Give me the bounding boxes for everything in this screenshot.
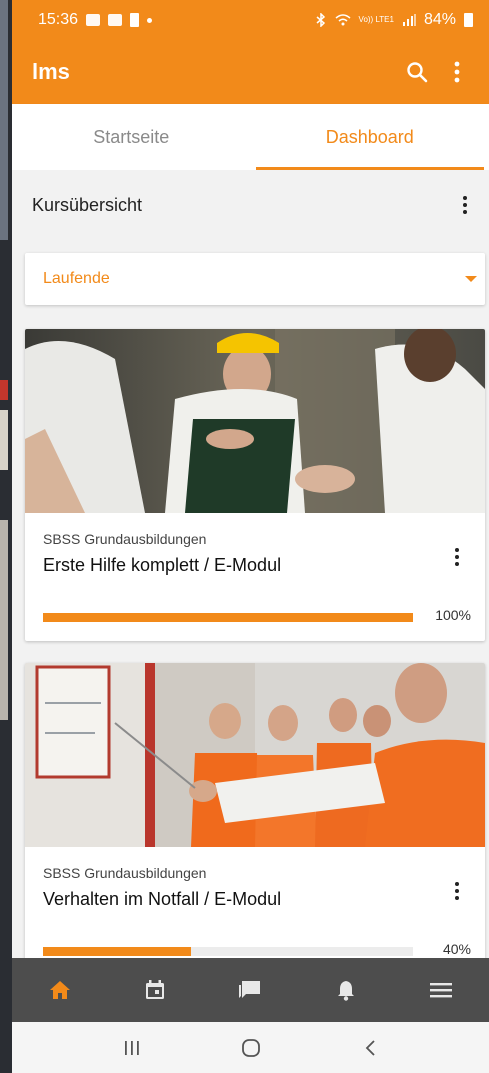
- phone-screen: 15:36 Vo)) LTE1 84% lms Startseite Dashb…: [12, 0, 489, 1073]
- volte-label: Vo)) LTE1: [358, 15, 394, 24]
- course-image-emergency: [25, 663, 485, 847]
- course-progress-bar: [43, 947, 413, 956]
- filter-selected-value: Laufende: [43, 270, 110, 287]
- nav-notifications[interactable]: [316, 966, 376, 1014]
- battery-icon: [464, 13, 473, 27]
- bluetooth-icon: [316, 13, 325, 27]
- course-category: SBSS Grundausbildungen: [43, 531, 207, 547]
- progress-fill: [43, 613, 413, 622]
- progress-percent: 100%: [435, 607, 471, 623]
- course-title: Erste Hilfe komplett / E-Modul: [43, 555, 282, 575]
- course-card[interactable]: SBSS Grundausbildungen Erste Hilfe kompl…: [25, 329, 485, 641]
- home-icon: [49, 981, 70, 999]
- progress-percent: 40%: [442, 941, 471, 957]
- back-icon: [365, 1039, 375, 1056]
- more-notifications-icon: [147, 17, 153, 23]
- tab-startseite[interactable]: Startseite: [12, 104, 251, 170]
- gallery-notification-icon: [86, 14, 101, 26]
- nav-menu[interactable]: [411, 966, 471, 1014]
- course-filter-select[interactable]: Laufende: [25, 253, 485, 305]
- course-title: Verhalten im Notfall / E-Modul: [43, 889, 282, 909]
- home-circle-icon: [241, 1038, 260, 1057]
- system-home-button[interactable]: [231, 1028, 271, 1068]
- battery-percent: 84%: [423, 11, 456, 28]
- course-image-first-aid: [25, 329, 485, 513]
- caret-down-icon: [465, 276, 477, 282]
- course-card[interactable]: SBSS Grundausbildungen Verhalten im Notf…: [25, 663, 485, 975]
- course-category: SBSS Grundausbildungen: [43, 865, 207, 881]
- course-menu-button[interactable]: [447, 543, 467, 571]
- overflow-menu-button[interactable]: [441, 56, 473, 88]
- app-bar: lms: [12, 40, 489, 104]
- back-button[interactable]: [350, 1028, 390, 1068]
- app-title: lms: [32, 59, 70, 84]
- system-navigation-bar: [12, 1022, 489, 1073]
- section-title: Kursübersicht: [32, 194, 143, 215]
- course-overview-menu-button[interactable]: [455, 191, 475, 219]
- wifi-icon: [335, 14, 351, 26]
- tab-bar: Startseite Dashboard: [12, 104, 489, 170]
- nav-home[interactable]: [30, 966, 90, 1014]
- more-vert-icon: [454, 61, 460, 83]
- battery-notification-icon: [130, 13, 140, 27]
- tab-dashboard[interactable]: Dashboard: [251, 104, 489, 170]
- nav-calendar[interactable]: [125, 966, 185, 1014]
- mail-notification-icon: [108, 14, 123, 26]
- bell-icon: [337, 981, 354, 1001]
- status-bar: 15:36 Vo)) LTE1 84%: [12, 0, 489, 40]
- nav-messages[interactable]: [220, 966, 280, 1014]
- bottom-navigation: [12, 958, 489, 1022]
- course-menu-button[interactable]: [447, 877, 467, 905]
- progress-fill: [43, 947, 191, 956]
- chat-icon: [239, 981, 261, 998]
- course-progress-bar: [43, 613, 413, 622]
- signal-icon: [402, 14, 416, 26]
- status-time: 15:36: [38, 11, 79, 28]
- menu-icon: [430, 983, 453, 998]
- recents-icon: [124, 1040, 139, 1055]
- device-bezel: [0, 0, 12, 1073]
- calendar-icon: [146, 980, 165, 999]
- search-icon: [407, 62, 428, 83]
- course-overview-header: Kursübersicht: [12, 170, 489, 240]
- recents-button[interactable]: [112, 1028, 152, 1068]
- search-button[interactable]: [401, 56, 433, 88]
